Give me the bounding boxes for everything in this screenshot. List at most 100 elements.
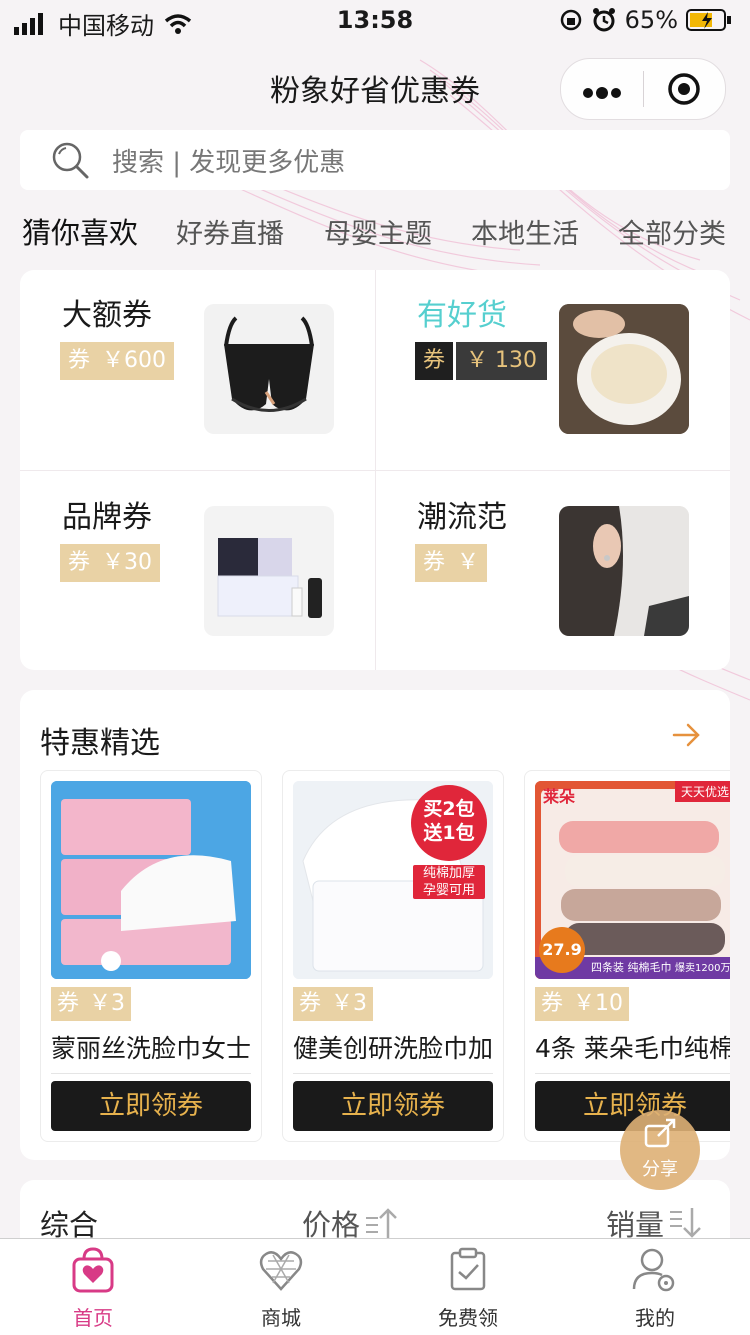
grid-cell-big-coupon[interactable]: 大额券 券 ￥600 bbox=[20, 270, 375, 470]
orientation-lock-icon bbox=[560, 9, 581, 31]
coupon-badge: 券 ￥3 bbox=[51, 987, 132, 1021]
shopping-bag-heart-icon bbox=[72, 1247, 114, 1293]
coupon-badge: 券 ￥ bbox=[415, 544, 488, 582]
tab-coupon-live[interactable]: 好券直播 bbox=[176, 212, 284, 251]
coupon-badge: 券 ￥600 bbox=[60, 342, 175, 380]
product-name: 健美创研洗脸巾加厚 bbox=[293, 1034, 493, 1063]
share-button[interactable]: 分享 bbox=[620, 1110, 700, 1190]
mini-program-capsule bbox=[560, 58, 726, 120]
coupon-prefix: 券 bbox=[415, 342, 454, 380]
user-settings-icon bbox=[632, 1248, 675, 1292]
coupon-prefix: 券 bbox=[299, 991, 322, 1016]
more-options-button[interactable] bbox=[561, 72, 643, 107]
promo-text: 纯棉加厚 bbox=[422, 866, 475, 881]
skincare-set-image bbox=[204, 506, 334, 636]
coupon-category-grid: 大额券 券 ￥600 有好货 券 ￥ 130 品牌券 券 ￥30 潮流范 券 ￥ bbox=[20, 270, 730, 670]
mall-heart-pattern-icon bbox=[259, 1251, 303, 1291]
tab-guess-you-like[interactable]: 猜你喜欢 bbox=[22, 210, 138, 252]
more-dots-icon bbox=[582, 86, 621, 99]
coupon-badge: 券 ￥3 bbox=[293, 987, 374, 1021]
promo-text: 买2包 bbox=[423, 798, 475, 820]
cream-jar-image bbox=[559, 304, 689, 434]
coupon-value: ￥ bbox=[457, 550, 480, 575]
arrow-right-icon bbox=[672, 723, 700, 747]
product-name: 蒙丽丝洗脸巾女士 bbox=[51, 1034, 251, 1063]
grid-cell-brand-coupon[interactable]: 品牌券 券 ￥30 bbox=[20, 472, 375, 670]
alarm-icon bbox=[592, 8, 615, 32]
navigation-bar: 粉象好省优惠券 bbox=[0, 44, 750, 128]
coupon-prefix: 券 bbox=[68, 348, 91, 373]
tab-free-claim[interactable]: 免费领 bbox=[408, 1247, 528, 1331]
grid-cell-good-goods[interactable]: 有好货 券 ￥ 130 bbox=[375, 270, 730, 470]
coupon-value: ￥10 bbox=[573, 991, 624, 1016]
grid-cell-trendy[interactable]: 潮流范 券 ￥ bbox=[375, 472, 730, 670]
towel-stack-image: 莱朵 天天优选 27.9 四条装 纯棉毛巾 爆卖1200万条 bbox=[535, 781, 730, 979]
clipboard-check-icon bbox=[450, 1247, 486, 1291]
price-badge: 27.9 bbox=[539, 927, 585, 973]
battery-percent: 65% bbox=[624, 6, 678, 34]
close-mini-program-button[interactable] bbox=[644, 71, 726, 107]
coupon-badge: 券 ￥10 bbox=[535, 987, 630, 1021]
search-icon bbox=[52, 142, 89, 179]
claim-coupon-button[interactable]: 立即领券 bbox=[293, 1081, 493, 1131]
deal-product-card[interactable]: 买2包 送1包 纯棉加厚 孕婴可用 券 ￥3 健美创研洗脸巾加厚 立即领券 bbox=[282, 770, 504, 1142]
divider bbox=[51, 1073, 251, 1074]
coupon-value: ￥ 130 bbox=[456, 342, 548, 380]
coupon-value: ￥600 bbox=[102, 348, 167, 373]
tab-local-life[interactable]: 本地生活 bbox=[471, 212, 579, 251]
white-towel-image: 买2包 送1包 纯棉加厚 孕婴可用 bbox=[293, 781, 493, 979]
search-bar[interactable]: 搜索 | 发现更多优惠 bbox=[20, 130, 730, 190]
grid-divider-horizontal bbox=[20, 470, 730, 471]
coupon-prefix: 券 bbox=[541, 991, 564, 1016]
tab-label: 我的 bbox=[635, 1306, 675, 1330]
bottom-tab-bar: 首页 商城 免费领 我的 bbox=[0, 1238, 750, 1335]
section-title: 特惠精选 bbox=[40, 726, 160, 761]
promo-buy2-get1-badge: 买2包 送1包 bbox=[411, 785, 487, 861]
claim-coupon-button[interactable]: 立即领券 bbox=[51, 1081, 251, 1131]
coupon-value: ￥30 bbox=[102, 550, 153, 575]
coupon-badge: 券 ￥30 bbox=[60, 544, 161, 582]
promo-text: 孕婴可用 bbox=[422, 883, 475, 898]
sort-arrow-up-icon bbox=[366, 1208, 397, 1238]
sales-count: 爆卖1200万条 bbox=[675, 963, 730, 974]
share-icon bbox=[644, 1118, 676, 1148]
grid-cell-title: 大额券 bbox=[62, 298, 152, 333]
category-tabs: 猜你喜欢 好券直播 母婴主题 本地生活 全部分类 bbox=[0, 206, 750, 256]
grid-cell-title: 潮流范 bbox=[417, 500, 507, 535]
product-caption: 四条装 纯棉毛巾 bbox=[591, 961, 672, 974]
promo-text: 送1包 bbox=[423, 822, 475, 844]
product-name: 4条 莱朵毛巾纯棉 bbox=[535, 1034, 730, 1063]
daily-pick-tag: 天天优选 bbox=[674, 781, 730, 802]
bra-image bbox=[204, 304, 334, 434]
tab-label: 首页 bbox=[73, 1306, 113, 1330]
target-icon bbox=[668, 73, 700, 105]
tab-mall[interactable]: 商城 bbox=[221, 1247, 341, 1331]
tab-label: 免费领 bbox=[438, 1306, 498, 1330]
status-right: 65% bbox=[559, 6, 732, 34]
tab-maternity[interactable]: 母婴主题 bbox=[324, 212, 432, 251]
status-bar: 中国移动 13:58 65% bbox=[0, 0, 750, 44]
coupon-value: ￥3 bbox=[331, 991, 368, 1016]
deal-product-card[interactable]: 券 ￥3 蒙丽丝洗脸巾女士 立即领券 bbox=[40, 770, 262, 1142]
grid-cell-title: 有好货 bbox=[417, 298, 507, 333]
coupon-value: ￥3 bbox=[89, 991, 126, 1016]
promo-thick-cotton-tag: 纯棉加厚 孕婴可用 bbox=[413, 865, 485, 899]
tab-mine[interactable]: 我的 bbox=[595, 1247, 715, 1331]
earring-model-image bbox=[559, 506, 689, 636]
coupon-prefix: 券 bbox=[57, 991, 80, 1016]
coupon-prefix: 券 bbox=[68, 550, 91, 575]
brand-logo-text: 莱朵 bbox=[543, 787, 576, 806]
tab-home[interactable]: 首页 bbox=[33, 1247, 153, 1331]
sort-arrow-down-icon bbox=[670, 1208, 701, 1238]
pink-tissue-image bbox=[51, 781, 251, 979]
tab-all-categories[interactable]: 全部分类 bbox=[618, 212, 726, 251]
divider bbox=[293, 1073, 493, 1074]
search-placeholder: 搜索 | 发现更多优惠 bbox=[112, 147, 346, 178]
coupon-prefix: 券 bbox=[423, 550, 446, 575]
battery-icon bbox=[686, 9, 731, 31]
tab-label: 商城 bbox=[261, 1306, 301, 1330]
deals-more-button[interactable] bbox=[672, 720, 702, 754]
divider bbox=[535, 1073, 730, 1074]
deal-product-card[interactable]: 莱朵 天天优选 27.9 四条装 纯棉毛巾 爆卖1200万条 券 ￥10 4条 … bbox=[524, 770, 730, 1142]
grid-cell-title: 品牌券 bbox=[62, 500, 152, 535]
